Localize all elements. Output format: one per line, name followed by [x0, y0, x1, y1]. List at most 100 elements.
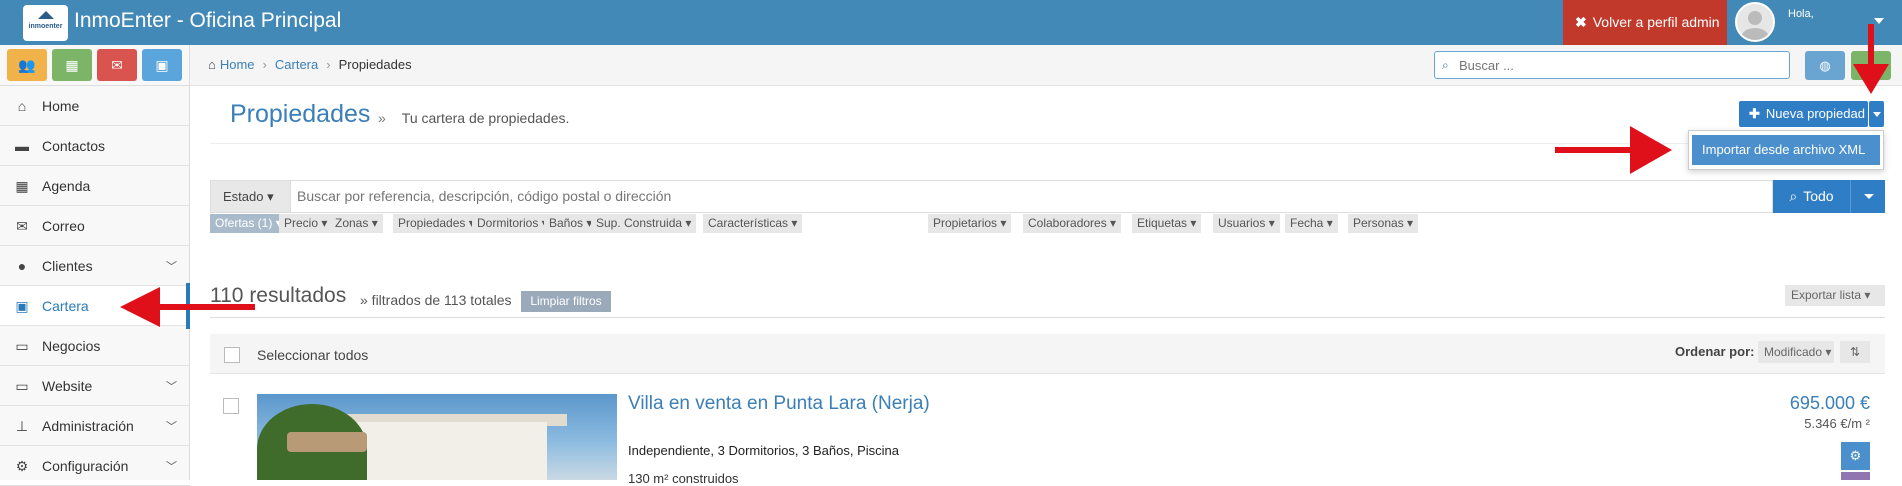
comment-icon: ▬ — [15, 138, 29, 154]
sidebar-item-clientes[interactable]: ● Clientes ﹀ — [0, 246, 190, 286]
filter-fecha[interactable]: Fecha ▾ — [1285, 214, 1338, 233]
filter-sup-construida[interactable]: Sup. Construida ▾ — [591, 214, 697, 233]
search-scope-label: Todo — [1803, 188, 1834, 204]
filter-caracteristicas[interactable]: Características ▾ — [703, 214, 803, 233]
clear-filters-button[interactable]: Limpiar filtros — [521, 291, 611, 312]
envelope-icon: ✉ — [111, 57, 123, 73]
select-all-checkbox[interactable] — [224, 347, 240, 363]
property-settings-button[interactable]: ⚙ — [1841, 442, 1870, 470]
app-title: InmoEnter - Oficina Principal — [74, 9, 342, 32]
filter-precio[interactable]: Precio ▾ — [279, 214, 333, 233]
property-checkbox[interactable] — [223, 398, 239, 414]
home-icon: ⌂ — [208, 57, 216, 72]
breadcrumb-cartera[interactable]: Cartera — [275, 57, 318, 72]
filter-propietarios[interactable]: Propietarios ▾ — [928, 214, 1012, 233]
back-to-admin-button[interactable]: ✖ Volver a perfil admin — [1563, 0, 1727, 45]
property-search-input[interactable] — [297, 188, 1697, 204]
envelope-icon: ✉ — [16, 218, 28, 234]
property-action-button[interactable] — [1841, 472, 1870, 480]
close-icon: ✖ — [1575, 14, 1587, 30]
estado-label: Estado — [223, 189, 264, 204]
filter-label: Colaboradores — [1028, 216, 1107, 230]
calendar-icon: ▦ — [15, 178, 29, 194]
quick-mail-button[interactable]: ✉ — [97, 49, 137, 81]
globe-button[interactable]: ◍ — [1805, 51, 1845, 80]
new-property-dropdown-toggle[interactable] — [1869, 101, 1884, 127]
breadcrumb-home[interactable]: Home — [220, 57, 255, 72]
globe-icon: ◍ — [1819, 58, 1831, 73]
monitor-icon: ▭ — [15, 378, 29, 394]
sidebar-item-home[interactable]: ⌂ Home — [0, 86, 190, 126]
quick-actions: 👥 ▦ ✉ ▣ — [0, 45, 190, 86]
sidebar-item-label: Correo — [42, 218, 85, 234]
filter-ofertas[interactable]: Ofertas (1) ▾ — [210, 214, 287, 233]
import-xml-menu-item[interactable]: Importar desde archivo XML — [1692, 135, 1880, 165]
users-icon: ● — [17, 258, 27, 274]
property-photo[interactable] — [257, 394, 617, 480]
search-scope-button[interactable]: ⌕ Todo — [1773, 180, 1850, 213]
filter-label: Ofertas (1) — [215, 216, 273, 230]
filter-label: Baños — [549, 216, 584, 230]
gears-icon: ⚙ — [15, 458, 29, 474]
filter-etiquetas[interactable]: Etiquetas ▾ — [1132, 214, 1202, 233]
quick-contacts-button[interactable]: 👥 — [7, 49, 47, 81]
property-search[interactable] — [291, 180, 1773, 213]
sidebar-item-configuracion[interactable]: ⚙ Configuración ﹀ — [0, 446, 190, 486]
briefcase-icon: ▣ — [15, 298, 29, 314]
quick-portfolio-button[interactable]: ▣ — [142, 49, 182, 81]
title-separator: » — [378, 110, 386, 126]
estado-dropdown[interactable]: Estado ▾ — [210, 180, 291, 213]
filter-colaboradores[interactable]: Colaboradores ▾ — [1023, 214, 1122, 233]
divider — [210, 317, 1885, 318]
filter-label: Zonas — [335, 216, 369, 230]
sidebar-item-administracion[interactable]: ⊥ Administración ﹀ — [0, 406, 190, 446]
sitemap-icon: ⊥ — [15, 418, 29, 434]
page-title: Propiedades — [230, 100, 371, 128]
select-all-label: Seleccionar todos — [257, 347, 369, 363]
sidebar-item-negocios[interactable]: ▭ Negocios — [0, 326, 190, 366]
filter-banos[interactable]: Baños ▾ — [544, 214, 598, 233]
sidebar-item-contactos[interactable]: ▬ Contactos — [0, 126, 190, 166]
breadcrumb-current: Propiedades — [338, 57, 412, 72]
export-list-button[interactable]: Exportar lista ▾ — [1785, 285, 1885, 306]
calendar-icon: ▦ — [65, 57, 79, 73]
filter-label: Características — [708, 216, 789, 230]
chevron-down-icon: ﹀ — [166, 421, 177, 433]
property-built-area: 130 m² construidos — [628, 471, 739, 486]
logo-text: inmoenter — [28, 23, 63, 30]
global-search[interactable]: ⌕ — [1434, 51, 1790, 79]
chevron-down-icon: ﹀ — [166, 261, 177, 273]
breadcrumb-separator: › — [262, 57, 267, 72]
quick-agenda-button[interactable]: ▦ — [52, 49, 92, 81]
filter-label: Dormitorios — [477, 216, 539, 230]
sidebar-item-correo[interactable]: ✉ Correo — [0, 206, 190, 246]
results-filtered: » filtrados de 113 totales — [360, 292, 512, 308]
filter-dormitorios[interactable]: Dormitorios ▾ — [472, 214, 553, 233]
search-scope-dropdown-toggle[interactable] — [1850, 180, 1885, 213]
filter-usuarios[interactable]: Usuarios ▾ — [1213, 214, 1280, 233]
filter-propiedades[interactable]: Propiedades ▾ — [393, 214, 480, 233]
gear-icon: ⚙ — [1849, 448, 1862, 463]
breadcrumb: ⌂ Home › Cartera › Propiedades — [208, 57, 412, 72]
app-logo[interactable]: inmoenter — [23, 5, 68, 41]
sort-direction-button[interactable]: ⇅ — [1840, 341, 1870, 363]
new-property-label: Nueva propiedad — [1765, 106, 1865, 121]
briefcase-icon: ▣ — [155, 57, 169, 73]
sidebar-item-agenda[interactable]: ▦ Agenda — [0, 166, 190, 206]
money-icon: ▭ — [15, 338, 29, 354]
global-search-input[interactable] — [1459, 56, 1779, 74]
filter-label: Usuarios — [1218, 216, 1266, 230]
order-by-dropdown[interactable]: Modificado ▾ — [1758, 341, 1834, 363]
export-label: Exportar lista — [1791, 288, 1862, 302]
annotation-arrow-icon — [1555, 126, 1672, 174]
filter-label: Propietarios — [933, 216, 998, 230]
new-property-button[interactable]: ✚ Nueva propiedad — [1739, 101, 1868, 127]
property-title[interactable]: Villa en venta en Punta Lara (Nerja) — [628, 393, 930, 415]
filter-zonas[interactable]: Zonas ▾ — [330, 214, 383, 233]
filter-label: Precio — [284, 216, 319, 230]
sidebar-item-website[interactable]: ▭ Website ﹀ — [0, 366, 190, 406]
filter-personas[interactable]: Personas ▾ — [1348, 214, 1419, 233]
new-property-menu: Importar desde archivo XML — [1688, 130, 1884, 170]
home-icon: ⌂ — [17, 98, 27, 114]
chevron-down-icon: ﹀ — [166, 461, 177, 473]
